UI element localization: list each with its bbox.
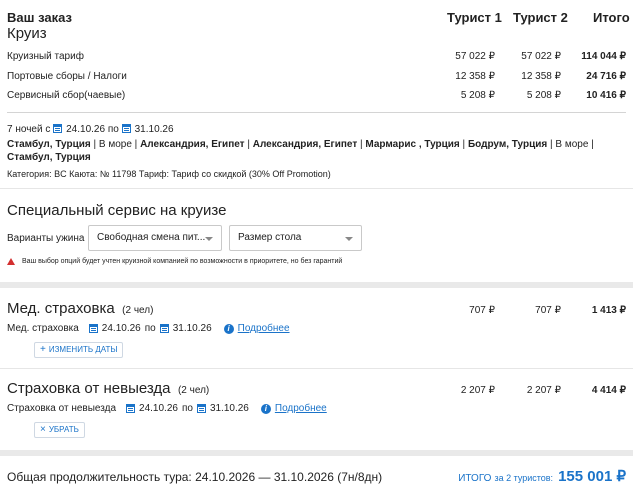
- date-from: 24.10.26: [139, 403, 178, 414]
- dinner-select[interactable]: Свободная смена пит...: [88, 225, 222, 251]
- order-card: Ваш заказ Круиз Турист 1 Турист 2 Итого …: [0, 0, 633, 282]
- divider: [0, 368, 633, 369]
- cancel-count: (2 чел): [177, 385, 210, 396]
- cancel-line-label: Страховка от невыезда: [7, 403, 117, 414]
- date-from: 24.10.26: [101, 323, 141, 334]
- dinner-label: Варианты ужина: [7, 233, 85, 244]
- service-title: Специальный сервис на круизе: [7, 202, 227, 219]
- dinner-select-value: Свободная смена пит...: [97, 232, 206, 243]
- cancel-line: Страховка от невыезда 24.10.26 по 31.10.…: [7, 403, 327, 414]
- med-title: Мед. страховка: [7, 300, 115, 317]
- calendar-icon: [121, 124, 131, 133]
- chevron-down-icon: [205, 237, 213, 241]
- grand-total: ИТОГО за 2 туристов: 155 001 ₽: [458, 467, 626, 485]
- route-port: Александрия, Египет: [140, 139, 245, 150]
- route-port: Александрия, Египет: [252, 139, 358, 150]
- med-more-link[interactable]: Подробнее: [238, 323, 290, 334]
- change-dates-button[interactable]: + ИЗМЕНИТЬ ДАТЫ: [34, 342, 124, 358]
- total-for: за 2 туристов:: [494, 473, 554, 483]
- row-total: 10 416 ₽: [586, 90, 626, 101]
- route-sep: | В море |: [547, 139, 594, 150]
- cabin-details: Категория: BC Каюта: № 11798 Тариф: Тари…: [7, 169, 331, 179]
- route-port: Мармарис , Турция: [365, 139, 460, 150]
- calendar-icon: [88, 324, 98, 333]
- col-tourist-1: Турист 1: [447, 10, 502, 25]
- row-t2: 12 358 ₽: [521, 71, 561, 82]
- cancel-header: Страховка от невыезда (2 чел): [7, 380, 209, 398]
- date-to: 31.10.26: [172, 323, 212, 334]
- route-port: Бодрум, Турция: [467, 139, 548, 150]
- med-line: Мед. страховка 24.10.26 по 31.10.26 i По…: [7, 323, 290, 334]
- nights-text: 7 ночей с: [7, 124, 51, 135]
- info-icon[interactable]: i: [260, 403, 271, 414]
- row-t1: 57 022 ₽: [455, 51, 495, 62]
- cancel-total: 4 414 ₽: [591, 385, 626, 396]
- col-total: Итого: [593, 10, 630, 25]
- row-t2: 5 208 ₽: [526, 90, 561, 101]
- route-port: Стамбул, Турция: [7, 139, 91, 150]
- row-t1: 12 358 ₽: [455, 71, 495, 82]
- remove-button[interactable]: × УБРАТЬ: [34, 422, 85, 438]
- warning-icon: [7, 258, 15, 265]
- by-text: по: [181, 403, 193, 414]
- date-from: 24.10.26: [66, 124, 106, 135]
- divider: [7, 112, 626, 113]
- calendar-icon: [196, 404, 206, 413]
- remove-label: УБРАТЬ: [48, 425, 79, 434]
- warning-text: Ваш выбор опций будет учтен круизной ком…: [22, 258, 343, 265]
- total-value: 155 001 ₽: [558, 468, 626, 485]
- change-dates-label: ИЗМЕНИТЬ ДАТЫ: [48, 345, 118, 354]
- chevron-down-icon: [345, 237, 353, 241]
- route-line-2: Стамбул, Турция: [7, 152, 91, 163]
- col-tourist-2: Турист 2: [513, 10, 568, 25]
- cancel-t1: 2 207 ₽: [460, 385, 495, 396]
- row-label: Круизный тариф: [7, 51, 84, 62]
- calendar-icon: [126, 404, 136, 413]
- route-sep: | В море |: [90, 139, 141, 150]
- med-t2: 707 ₽: [535, 305, 561, 316]
- info-icon[interactable]: i: [223, 323, 234, 334]
- cancel-more-link[interactable]: Подробнее: [275, 403, 327, 414]
- med-total: 1 413 ₽: [591, 305, 626, 316]
- row-t2: 57 022 ₽: [521, 51, 561, 62]
- table-size-select[interactable]: Размер стола: [229, 225, 362, 251]
- route-sep: |: [459, 139, 468, 150]
- footer-bar: Общая продолжительность тура: 24.10.2026…: [0, 456, 633, 489]
- warning-note: Ваш выбор опций будет учтен круизной ком…: [7, 258, 342, 265]
- divider: [0, 188, 633, 189]
- cancel-t2: 2 207 ₽: [526, 385, 561, 396]
- med-count: (2 чел): [122, 305, 154, 316]
- row-total: 24 716 ₽: [586, 71, 626, 82]
- date-to: 31.10.26: [209, 403, 249, 414]
- med-header: Мед. страховка (2 чел): [7, 300, 153, 318]
- row-label: Сервисный сбор(чаевые): [7, 90, 126, 101]
- calendar-icon: [159, 324, 169, 333]
- order-title: Ваш заказ: [7, 10, 72, 25]
- row-label: Портовые сборы / Налоги: [7, 71, 127, 82]
- table-size-select-value: Размер стола: [238, 232, 302, 243]
- tour-duration: Общая продолжительность тура: 24.10.2026…: [7, 470, 383, 484]
- route-sep: |: [244, 139, 253, 150]
- total-label: ИТОГО: [458, 473, 492, 484]
- row-total: 114 044 ₽: [581, 51, 626, 62]
- calendar-icon: [53, 124, 63, 133]
- close-icon: ×: [40, 424, 46, 435]
- med-t1: 707 ₽: [469, 305, 495, 316]
- med-line-label: Мед. страховка: [7, 323, 79, 334]
- cruise-dates: 7 ночей с 24.10.26 по 31.10.26: [7, 124, 174, 135]
- route-line-1: Стамбул, Турция | В море | Александрия, …: [7, 139, 594, 150]
- order-subtitle: Круиз: [7, 25, 47, 42]
- insurance-card: Мед. страховка (2 чел) 707 ₽ 707 ₽ 1 413…: [0, 288, 633, 450]
- by-text: по: [144, 323, 156, 334]
- cancel-title: Страховка от невыезда: [7, 380, 171, 397]
- plus-icon: +: [40, 344, 46, 355]
- date-to: 31.10.26: [134, 124, 174, 135]
- by-text: по: [107, 124, 119, 135]
- row-t1: 5 208 ₽: [460, 90, 495, 101]
